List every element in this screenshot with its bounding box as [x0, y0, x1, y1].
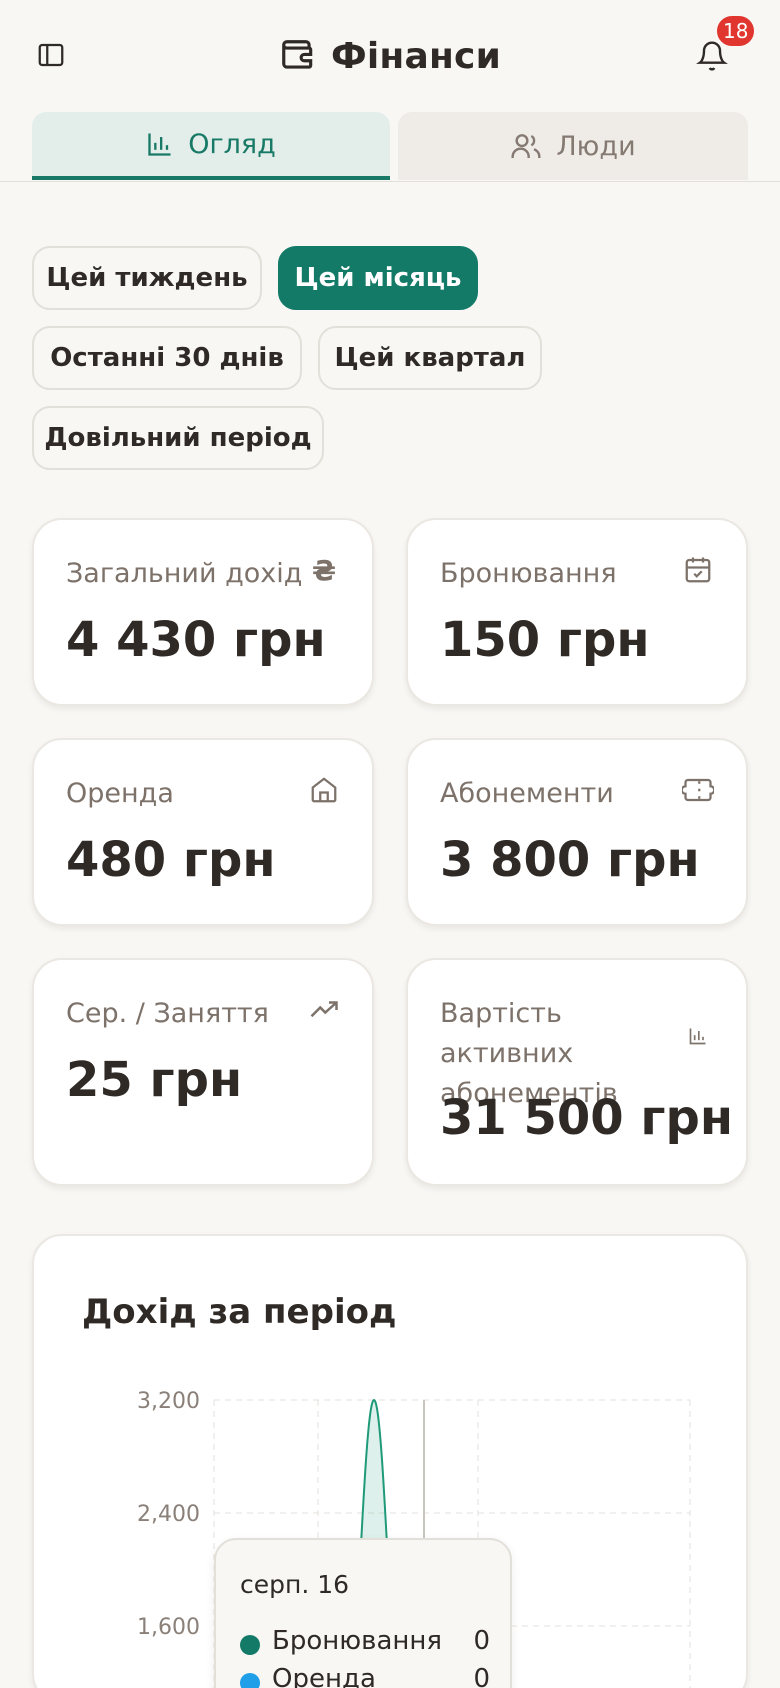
tab-people[interactable]: Люди	[398, 112, 748, 180]
tooltip-row-rent: Оренда 0	[240, 1664, 490, 1688]
filter-custom-period[interactable]: Довільний період	[32, 406, 324, 470]
tab-bar: Огляд Люди	[0, 112, 780, 182]
home-icon	[308, 774, 340, 806]
filter-last-30-days[interactable]: Останні 30 днів	[32, 326, 302, 390]
tooltip-series-value: 0	[473, 1626, 490, 1656]
ticket-icon	[682, 774, 714, 806]
stat-label: Сер. / Заняття	[66, 998, 269, 1029]
page-title: Фінанси	[330, 35, 502, 77]
tab-people-label: Люди	[556, 130, 636, 162]
tooltip-row-bookings: Бронювання 0	[240, 1626, 490, 1662]
hryvnia-icon: ₴	[311, 553, 337, 587]
app-header: Фінанси 18	[0, 0, 780, 110]
stat-card-bookings: Бронювання 150 грн	[406, 518, 748, 706]
filter-this-month[interactable]: Цей місяць	[278, 246, 478, 310]
stat-card-avg-per-class: Сер. / Заняття 25 грн	[32, 958, 374, 1186]
stat-label: Оренда	[66, 778, 174, 809]
bar-chart-icon	[148, 133, 171, 156]
notification-count-badge: 18	[715, 14, 757, 48]
y-tick-label: 2,400	[137, 1502, 200, 1527]
tab-overview[interactable]: Огляд	[32, 112, 390, 180]
bar-chart-icon	[682, 1020, 714, 1052]
tooltip-series-value: 0	[473, 1664, 490, 1688]
y-tick-label: 3,200	[137, 1389, 200, 1414]
stat-value: 150 грн	[440, 612, 650, 668]
stat-value: 31 500 грн	[440, 1090, 734, 1146]
app-title: Фінанси	[0, 30, 780, 82]
stat-card-rent: Оренда 480 грн	[32, 738, 374, 926]
tooltip-series-name: Бронювання	[272, 1626, 443, 1656]
tooltip-series-name: Оренда	[272, 1664, 376, 1688]
filter-this-week[interactable]: Цей тиждень	[32, 246, 262, 310]
stat-label: Бронювання	[440, 558, 617, 589]
stat-label: Загальний дохід	[66, 558, 303, 589]
stat-card-subscriptions: Абонементи 3 800 грн	[406, 738, 748, 926]
filter-this-quarter[interactable]: Цей квартал	[318, 326, 542, 390]
stat-label: Абонементи	[440, 778, 614, 809]
tooltip-date: серп. 16	[240, 1570, 350, 1599]
stat-value: 3 800 грн	[440, 832, 700, 888]
legend-dot-bookings	[240, 1635, 260, 1655]
chart-y-ticks: 3,200 2,400 1,600	[137, 1389, 200, 1640]
stat-card-active-subscriptions-value: Вартість активних абонементів 31 500 грн	[406, 958, 748, 1186]
trending-up-icon	[308, 994, 340, 1026]
stat-card-total-income: Загальний дохід ₴ 4 430 грн	[32, 518, 374, 706]
tab-overview-label: Огляд	[188, 128, 276, 160]
stat-value: 480 грн	[66, 832, 276, 888]
wallet-icon	[282, 40, 313, 69]
chart-tooltip: серп. 16 Бронювання 0 Оренда 0	[214, 1538, 512, 1688]
stat-value: 4 430 грн	[66, 612, 326, 668]
stat-value: 25 грн	[66, 1052, 243, 1108]
y-tick-label: 1,600	[137, 1615, 200, 1640]
legend-dot-rent	[240, 1673, 260, 1688]
users-icon	[511, 134, 541, 158]
calendar-check-icon	[682, 554, 714, 586]
